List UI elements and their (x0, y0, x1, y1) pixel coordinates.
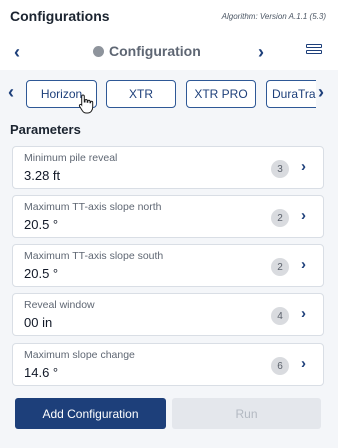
config-title-label: Configuration (109, 43, 201, 59)
param-count-badge: 4 (271, 307, 289, 325)
param-count-badge: 6 (271, 357, 289, 375)
next-config-chevron-icon[interactable]: › (258, 42, 264, 62)
param-row-minimum-pile-reveal[interactable]: Minimum pile reveal 3.28 ft 3 › (12, 146, 324, 189)
param-row-max-slope-north[interactable]: Maximum TT-axis slope north 20.5 ° 2 › (12, 195, 324, 238)
param-row-max-slope-change[interactable]: Maximum slope change 14.6 ° 6 › (12, 343, 324, 386)
param-label: Reveal window (24, 299, 95, 311)
param-label: Maximum slope change (24, 349, 135, 361)
app-root: Configurations Algorithm: Version A.1.1 … (0, 0, 338, 448)
param-value: 20.5 ° (24, 266, 59, 281)
param-label: Maximum TT-axis slope north (24, 201, 162, 213)
chevron-right-icon[interactable]: › (301, 305, 306, 322)
tab-xtr-pro[interactable]: XTR PRO (186, 80, 256, 108)
list-icon-row (306, 50, 322, 54)
tabs-scroll-right-icon[interactable]: › (318, 82, 324, 102)
chevron-right-icon[interactable]: › (301, 207, 306, 224)
config-nav: ‹ Configuration › (0, 36, 338, 70)
config-status-dot-icon (93, 45, 104, 57)
param-label: Minimum pile reveal (24, 152, 118, 164)
previous-config-chevron-icon[interactable]: ‹ (14, 42, 20, 62)
chevron-right-icon[interactable]: › (301, 158, 306, 175)
param-value: 00 in (24, 315, 53, 330)
algorithm-version: Algorithm: Version A.1.1 (5.3) (221, 12, 326, 21)
app-title: Configurations (10, 8, 110, 24)
header: Configurations Algorithm: Version A.1.1 … (0, 0, 338, 36)
param-count-badge: 3 (271, 160, 289, 178)
tabs-scroll-left-icon[interactable]: ‹ (8, 82, 14, 102)
param-row-max-slope-south[interactable]: Maximum TT-axis slope south 20.5 ° 2 › (12, 244, 324, 287)
param-label: Maximum TT-axis slope south (24, 250, 164, 262)
chevron-right-icon[interactable]: › (301, 256, 306, 273)
list-view-icon[interactable] (306, 44, 322, 62)
param-row-reveal-window[interactable]: Reveal window 00 in 4 › (12, 293, 324, 336)
chevron-right-icon[interactable]: › (301, 355, 306, 372)
product-tabs: ‹ Horizon XTR XTR PRO DuraTra › (0, 70, 338, 116)
hand-cursor-icon (78, 94, 94, 114)
tab-xtr[interactable]: XTR (106, 80, 176, 108)
param-count-badge: 2 (271, 209, 289, 227)
list-icon-row (306, 44, 322, 48)
parameters-heading: Parameters (10, 122, 81, 137)
param-value: 14.6 ° (24, 365, 59, 380)
config-title: Configuration (93, 43, 201, 59)
param-value: 20.5 ° (24, 217, 59, 232)
run-button[interactable]: Run (172, 398, 321, 429)
param-value: 3.28 ft (24, 168, 61, 183)
param-count-badge: 2 (271, 258, 289, 276)
add-configuration-button[interactable]: Add Configuration (15, 398, 166, 429)
tab-duratrack[interactable]: DuraTra (266, 80, 316, 108)
